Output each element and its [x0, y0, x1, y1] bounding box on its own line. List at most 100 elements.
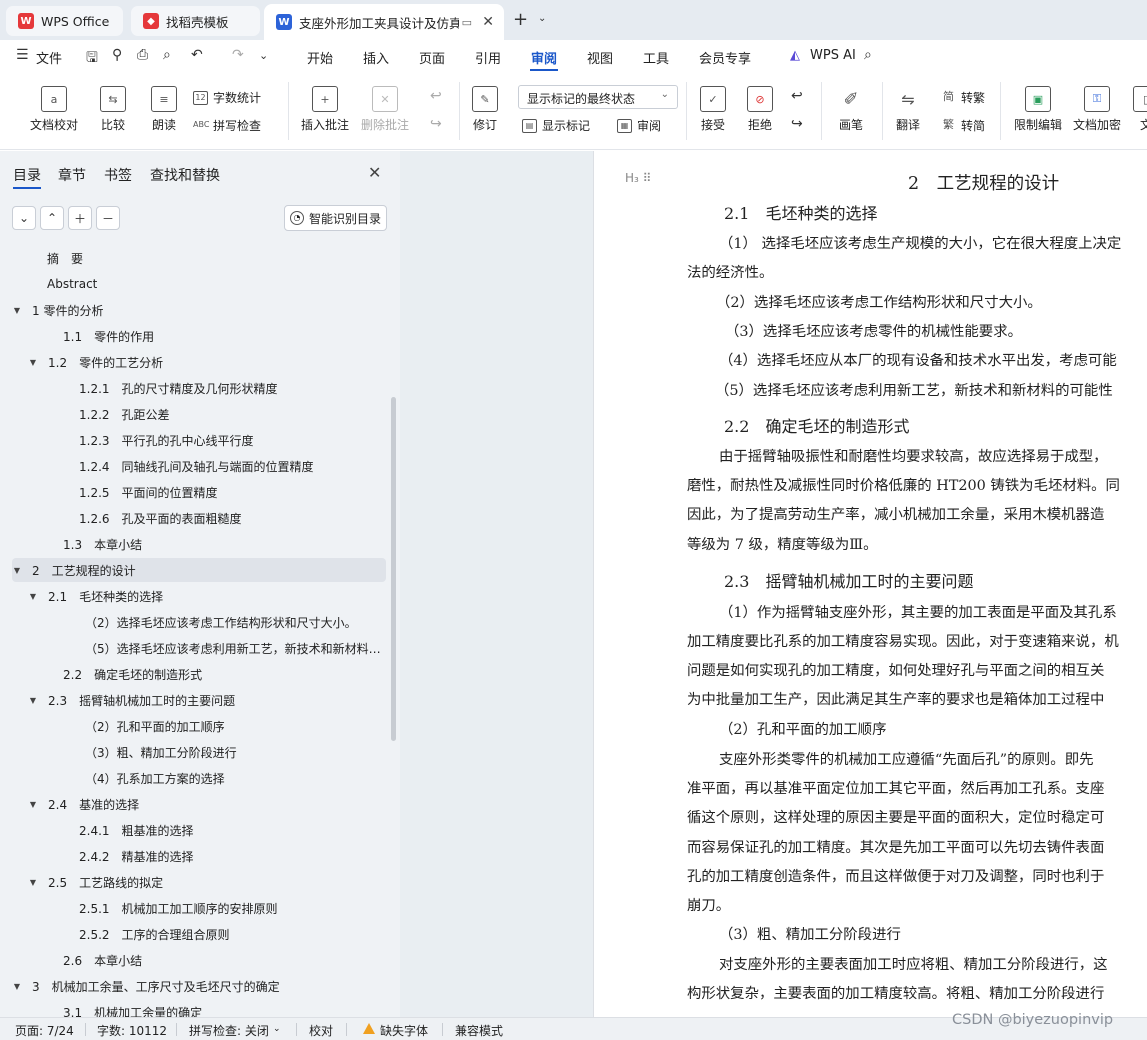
restrict-edit-button[interactable]: ▣ 限制编辑 [1014, 86, 1062, 133]
menu-review[interactable]: 审阅 [531, 48, 557, 67]
print-icon[interactable]: ⎙ [137, 47, 148, 63]
toc-item[interactable]: （5）选择毛坯应该考虑利用新工艺，新技术和新材料的可能性。 [12, 636, 386, 660]
expand-toggle-icon[interactable]: ▼ [26, 800, 40, 809]
reject-button[interactable]: ⊘ 拒绝 [747, 86, 773, 133]
delete-comment-button[interactable]: ✕ 删除批注 [361, 86, 409, 133]
next-change-icon[interactable]: ↪ [791, 116, 803, 132]
to-traditional-button[interactable]: 简 转繁 [941, 89, 985, 106]
toc-item[interactable]: 2.4.2 精基准的选择 [12, 844, 386, 868]
toc-item[interactable]: 1.3 本章小结 [12, 532, 386, 556]
link-icon[interactable]: ⚲ [112, 47, 122, 63]
toc-scrollbar[interactable] [391, 397, 396, 741]
toc-item[interactable]: Abstract [12, 272, 386, 296]
toc-item[interactable]: ▼ 2 工艺规程的设计 [12, 558, 386, 582]
close-tab-icon[interactable]: ✕ [482, 14, 494, 30]
page-indicator[interactable]: 页面: 7/24 [15, 1022, 74, 1039]
toc-item[interactable]: （2）孔和平面的加工顺序 [12, 714, 386, 738]
tab-template-store[interactable]: ◆ 找稻壳模板 [131, 6, 260, 36]
accept-button[interactable]: ✓ 接受 [700, 86, 726, 133]
toc-item[interactable]: ▼ 1.2 零件的工艺分析 [12, 350, 386, 374]
toc-item[interactable]: 1.2.1 孔的尺寸精度及几何形状精度 [12, 376, 386, 400]
tab-wps-office[interactable]: W WPS Office [6, 6, 123, 36]
expand-toggle-icon[interactable]: ▼ [10, 566, 24, 575]
pen-button[interactable]: ✐ 画笔 [838, 86, 864, 133]
toc-item[interactable]: 摘 要 [12, 246, 386, 270]
insert-comment-button[interactable]: + 插入批注 [301, 86, 349, 133]
redo-icon[interactable]: ↷ [232, 47, 244, 63]
hamburger-icon[interactable]: ☰ [16, 47, 29, 63]
document-page[interactable]: H₃ ⠿ 2 工艺规程的设计 2.1 毛坯种类的选择 2.2 确定毛坯的制造形式 2… [593, 151, 1147, 1017]
toc-item[interactable]: 1.1 零件的作用 [12, 324, 386, 348]
show-markup-button[interactable]: ▤ 显示标记 [522, 117, 590, 134]
save-icon[interactable]: 🖫 [86, 47, 98, 71]
spell-check-button[interactable]: ABC 拼写检查 [193, 117, 261, 134]
toc-item[interactable]: 2.5.2 工序的合理组合原则 [12, 922, 386, 946]
smart-toc-button[interactable]: ◔ 智能识别目录 [284, 205, 387, 231]
menu-wps-ai[interactable]: WPS AI [810, 48, 856, 63]
compare-button[interactable]: ⇆ 比较 [100, 86, 126, 133]
toc-item[interactable]: （4）孔系加工方案的选择 [12, 766, 386, 790]
print-preview-icon[interactable]: ⌕ [163, 47, 171, 63]
revise-button[interactable]: ✎ 修订 [472, 86, 498, 133]
doc-check-button[interactable]: a 文档校对 [30, 86, 78, 133]
menu-page[interactable]: 页面 [419, 48, 445, 67]
toc-item[interactable]: ▼ 3 机械加工余量、工序尺寸及毛坯尺寸的确定 [12, 974, 386, 998]
toc-item[interactable]: ▼ 1 零件的分析 [12, 298, 386, 322]
monitor-icon[interactable]: ▭ [462, 16, 472, 29]
expand-level-button[interactable]: ⌃ [40, 206, 64, 230]
more-ribbon-button[interactable]: ▯ 文 [1133, 86, 1147, 133]
toc-item[interactable]: ▼ 2.3 摇臂轴机械加工时的主要问题 [12, 688, 386, 712]
close-panel-icon[interactable]: ✕ [368, 163, 381, 182]
read-aloud-button[interactable]: ≡ 朗读 [151, 86, 177, 133]
chevron-down-icon[interactable]: ⌄ [273, 1024, 281, 1034]
expand-toggle-icon[interactable]: ▼ [10, 982, 24, 991]
toc-item[interactable]: 1.2.5 平面间的位置精度 [12, 480, 386, 504]
undo-icon[interactable]: ↶ [191, 47, 203, 63]
toc-item[interactable]: 2.6 本章小结 [12, 948, 386, 972]
expand-toggle-icon[interactable]: ▼ [10, 306, 24, 315]
expand-toggle-icon[interactable]: ▼ [26, 358, 40, 367]
toc-item[interactable]: 1.2.2 孔距公差 [12, 402, 386, 426]
to-simplified-button[interactable]: 繁 转简 [941, 117, 985, 134]
toc-item[interactable]: ▼ 2.5 工艺路线的拟定 [12, 870, 386, 894]
add-heading-button[interactable]: ＋ [68, 206, 92, 230]
collapse-all-button[interactable]: ⌄ [12, 206, 36, 230]
toc-item[interactable]: ▼ 2.4 基准的选择 [12, 792, 386, 816]
toc-item[interactable]: 1.2.3 平行孔的孔中心线平行度 [12, 428, 386, 452]
word-count-button[interactable]: 12 字数统计 [193, 89, 261, 106]
menu-file[interactable]: 文件 [36, 48, 62, 67]
next-comment-icon[interactable]: ↪ [430, 116, 442, 132]
menu-member[interactable]: 会员专享 [699, 48, 751, 67]
missing-font-status[interactable]: 缺失字体 [380, 1022, 428, 1039]
search-icon[interactable]: ⌕ [864, 47, 872, 63]
toc-item[interactable]: 1.2.4 同轴线孔间及轴孔与端面的位置精度 [12, 454, 386, 478]
toc-item[interactable]: 1.2.6 孔及平面的表面粗糙度 [12, 506, 386, 530]
review-pane-button[interactable]: ▦ 审阅 [617, 117, 661, 134]
toc-item[interactable]: 2.5.1 机械加工加工顺序的安排原则 [12, 896, 386, 920]
spell-check-status[interactable]: 拼写检查: 关闭 [189, 1022, 269, 1039]
tab-find-replace[interactable]: 查找和替换 [150, 165, 220, 185]
tab-sections[interactable]: 章节 [58, 165, 86, 185]
previous-comment-icon[interactable]: ↩ [430, 88, 442, 104]
expand-toggle-icon[interactable]: ▼ [26, 592, 40, 601]
translate-button[interactable]: ⇋ 翻译 [895, 86, 921, 133]
menu-references[interactable]: 引用 [475, 48, 501, 67]
menu-home[interactable]: 开始 [307, 48, 333, 67]
menu-insert[interactable]: 插入 [363, 48, 389, 67]
toc-item[interactable]: 3.1 机械加工余量的确定 [12, 1000, 386, 1018]
menu-tools[interactable]: 工具 [643, 48, 669, 67]
proofread-status[interactable]: 校对 [309, 1022, 333, 1039]
tab-bookmarks[interactable]: 书签 [104, 165, 132, 185]
tab-toc[interactable]: 目录 [13, 165, 41, 185]
markup-state-select[interactable]: 显示标记的最终状态 ⌄ [518, 85, 678, 109]
expand-toggle-icon[interactable]: ▼ [26, 696, 40, 705]
remove-heading-button[interactable]: － [96, 206, 120, 230]
chevron-down-icon[interactable]: ⌄ [538, 13, 546, 24]
toc-item[interactable]: （3）粗、精加工分阶段进行 [12, 740, 386, 764]
toc-item[interactable]: ▼ 2.1 毛坯种类的选择 [12, 584, 386, 608]
toc-item[interactable]: 2.2 确定毛坯的制造形式 [12, 662, 386, 686]
new-tab-plus-icon[interactable]: + [513, 9, 528, 30]
word-count-indicator[interactable]: 字数: 10112 [97, 1022, 167, 1039]
menu-view[interactable]: 视图 [587, 48, 613, 67]
tab-active-document[interactable]: W 支座外形加工夹具设计及仿真 ▭ ✕ [264, 4, 504, 40]
